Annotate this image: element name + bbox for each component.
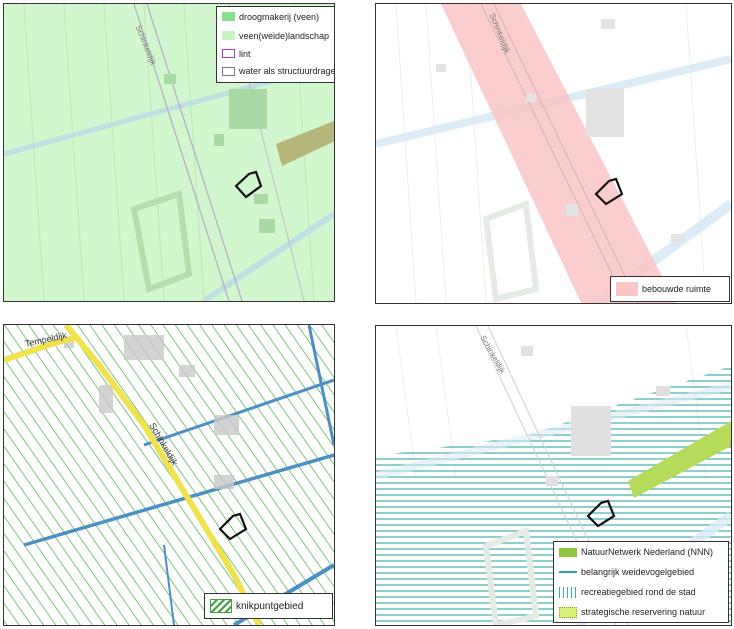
legend-swatch <box>559 586 577 598</box>
map-panel-top-left: Schinkeldijk droogmakerij (veen) veen(we… <box>3 3 335 302</box>
map-bottom-left <box>4 325 334 625</box>
legend-swatch <box>222 12 235 21</box>
legend-label: droogmakerij (veen) <box>239 11 320 22</box>
legend-item: droogmakerij (veen) <box>217 7 334 26</box>
legend-swatch <box>616 282 638 296</box>
legend-label: recreatiegebied rond de stad <box>581 587 696 597</box>
legend-label: NatuurNetwerk Nederland (NNN) <box>581 547 714 557</box>
legend-swatch <box>222 31 235 40</box>
legend-swatch <box>222 49 235 58</box>
legend-item: veen(weide)landschap <box>217 26 334 45</box>
legend-item: knikpuntgebied <box>205 594 332 618</box>
legend-bottom-right: NatuurNetwerk Nederland (NNN) belangrijk… <box>553 541 729 623</box>
map-panel-bottom-left: Tempeldijk Schinkeldijk knikpuntgebied <box>3 324 335 626</box>
legend-item: lint <box>217 45 334 62</box>
map-top-right <box>376 4 731 303</box>
legend-label: belangrijk weidevogelgebied <box>581 567 695 577</box>
legend-label: knikpuntgebied <box>236 600 304 612</box>
legend-label: water als structuurdrager <box>239 66 335 76</box>
legend-bottom-left: knikpuntgebied <box>204 593 333 619</box>
legend-swatch <box>222 66 235 76</box>
legend-label: strategische reservering natuur <box>581 607 706 617</box>
legend-item: recreatiegebied rond de stad <box>554 582 728 602</box>
legend-item: NatuurNetwerk Nederland (NNN) <box>554 542 728 562</box>
legend-item: strategische reservering natuur <box>554 602 728 622</box>
legend-item: water als structuurdrager <box>217 62 334 80</box>
legend-top-right: bebouwde ruimte <box>610 276 730 302</box>
legend-top-left: droogmakerij (veen) veen(weide)landschap… <box>216 6 334 83</box>
legend-label: veen(weide)landschap <box>239 30 330 41</box>
legend-label: bebouwde ruimte <box>642 284 712 294</box>
map-panel-top-right: Schinkeldijk bebouwde ruimte <box>375 3 732 304</box>
legend-label: lint <box>239 48 251 59</box>
legend-swatch <box>559 606 577 618</box>
legend-swatch <box>559 571 577 573</box>
legend-item: belangrijk weidevogelgebied <box>554 562 728 582</box>
legend-item: bebouwde ruimte <box>611 277 729 301</box>
legend-swatch <box>210 599 232 613</box>
legend-swatch <box>559 547 577 557</box>
map-panel-bottom-right: Schinkeldijk NatuurNetwerk Nederland (NN… <box>375 325 732 626</box>
